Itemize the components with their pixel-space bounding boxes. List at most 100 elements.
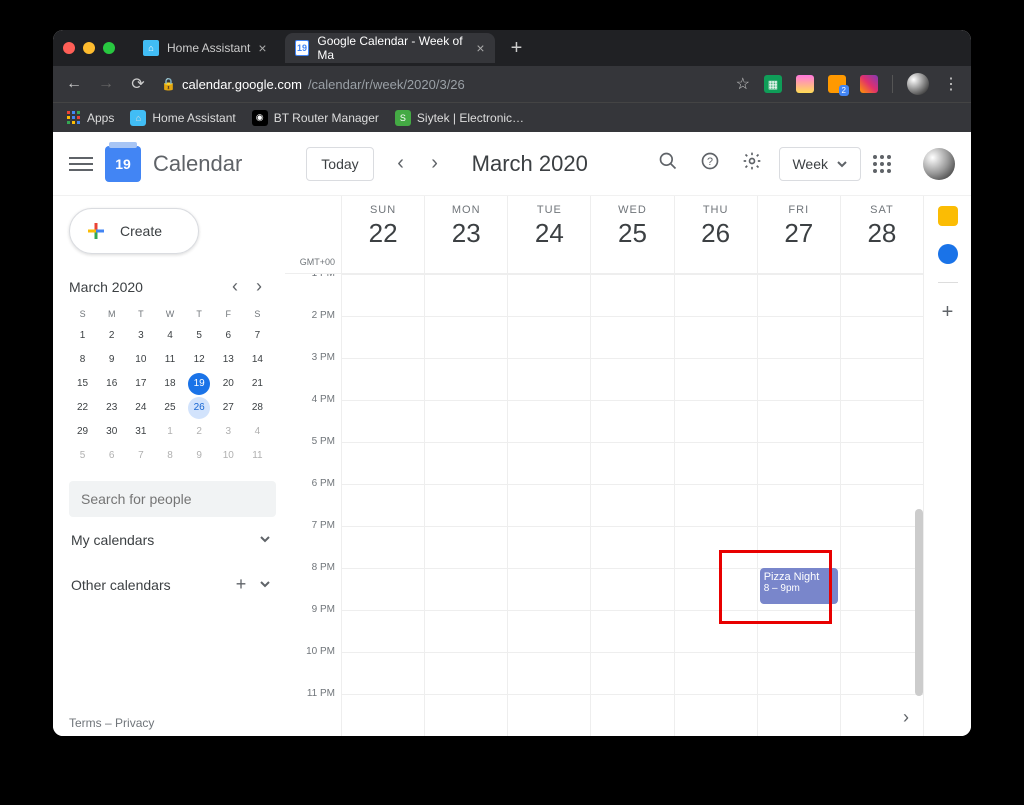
new-tab-button[interactable]: +: [503, 37, 531, 60]
add-ons-icon[interactable]: +: [942, 301, 954, 324]
mini-day[interactable]: 5: [72, 445, 94, 467]
mini-day[interactable]: 2: [188, 421, 210, 443]
mini-day[interactable]: 18: [159, 373, 181, 395]
settings-icon[interactable]: [737, 151, 767, 176]
day-header[interactable]: SAT28: [840, 196, 923, 273]
reload-button[interactable]: ⟳: [129, 74, 147, 94]
day-header[interactable]: MON23: [424, 196, 507, 273]
mini-day[interactable]: 4: [159, 325, 181, 347]
tab-home-assistant[interactable]: ⌂ Home Assistant ×: [133, 33, 277, 63]
day-header[interactable]: TUE24: [507, 196, 590, 273]
main-menu-icon[interactable]: [69, 157, 93, 171]
add-calendar-icon[interactable]: +: [229, 574, 253, 595]
other-calendars-toggle[interactable]: Other calendars +: [69, 562, 285, 607]
mini-day[interactable]: 23: [101, 397, 123, 419]
mini-day[interactable]: 10: [130, 349, 152, 371]
day-header[interactable]: FRI27: [757, 196, 840, 273]
day-column[interactable]: [507, 274, 590, 736]
terms-link[interactable]: Terms: [69, 716, 102, 730]
scrollbar[interactable]: [915, 509, 923, 696]
privacy-link[interactable]: Privacy: [115, 716, 154, 730]
extension-icon[interactable]: [796, 75, 814, 93]
mini-next-month[interactable]: ›: [247, 276, 271, 297]
mini-day[interactable]: 11: [246, 445, 268, 467]
search-people-input[interactable]: [69, 481, 276, 517]
day-column[interactable]: [840, 274, 923, 736]
mini-day[interactable]: 9: [188, 445, 210, 467]
close-tab-icon[interactable]: ×: [476, 40, 484, 56]
day-header[interactable]: SUN22: [341, 196, 424, 273]
today-button[interactable]: Today: [306, 147, 373, 181]
account-avatar[interactable]: [923, 148, 955, 180]
prev-week-button[interactable]: ‹: [386, 152, 416, 175]
next-week-button[interactable]: ›: [420, 152, 450, 175]
day-column[interactable]: [341, 274, 424, 736]
show-side-panel-icon[interactable]: ›: [903, 707, 909, 728]
help-icon[interactable]: ?: [695, 151, 725, 176]
date-range-label[interactable]: March 2020: [472, 151, 588, 177]
rss-extension-icon[interactable]: 2: [828, 75, 846, 93]
mini-day[interactable]: 15: [72, 373, 94, 395]
browser-menu-icon[interactable]: ⋮: [943, 74, 959, 94]
mini-prev-month[interactable]: ‹: [223, 276, 247, 297]
day-header[interactable]: THU26: [674, 196, 757, 273]
mini-day[interactable]: 11: [159, 349, 181, 371]
mini-day[interactable]: 12: [188, 349, 210, 371]
calendar-event[interactable]: Pizza Night8 – 9pm: [760, 568, 838, 604]
profile-avatar[interactable]: [907, 73, 929, 95]
view-selector[interactable]: Week: [779, 147, 861, 181]
mini-day[interactable]: 5: [188, 325, 210, 347]
mini-day[interactable]: 7: [246, 325, 268, 347]
mini-day[interactable]: 30: [101, 421, 123, 443]
mini-day[interactable]: 1: [72, 325, 94, 347]
close-tab-icon[interactable]: ×: [258, 40, 266, 56]
week-grid[interactable]: 1 PM2 PM3 PM4 PM5 PM6 PM7 PM8 PM9 PM10 P…: [285, 274, 923, 736]
mini-day[interactable]: 3: [130, 325, 152, 347]
mini-day[interactable]: 8: [72, 349, 94, 371]
day-column[interactable]: [674, 274, 757, 736]
create-button[interactable]: Create: [69, 208, 199, 254]
mini-day[interactable]: 1: [159, 421, 181, 443]
bookmark-item[interactable]: ⌂ Home Assistant: [130, 110, 235, 126]
mini-day[interactable]: 14: [246, 349, 268, 371]
mini-day[interactable]: 9: [101, 349, 123, 371]
search-icon[interactable]: [653, 151, 683, 176]
url-field[interactable]: 🔒 calendar.google.com/calendar/r/week/20…: [161, 77, 722, 92]
mini-day[interactable]: 31: [130, 421, 152, 443]
mini-day[interactable]: 16: [101, 373, 123, 395]
mini-day[interactable]: 26: [188, 397, 210, 419]
star-icon[interactable]: ☆: [736, 74, 750, 94]
mini-day[interactable]: 24: [130, 397, 152, 419]
mini-day[interactable]: 22: [72, 397, 94, 419]
maximize-window[interactable]: [103, 42, 115, 54]
google-apps-icon[interactable]: [873, 155, 903, 173]
day-column[interactable]: Pizza Night8 – 9pm: [757, 274, 840, 736]
mini-day[interactable]: 13: [217, 349, 239, 371]
mini-day[interactable]: 6: [217, 325, 239, 347]
back-button[interactable]: ←: [65, 75, 83, 93]
mini-day[interactable]: 28: [246, 397, 268, 419]
tasks-icon[interactable]: [938, 244, 958, 264]
mini-day[interactable]: 7: [130, 445, 152, 467]
mini-day[interactable]: 4: [246, 421, 268, 443]
mini-day[interactable]: 27: [217, 397, 239, 419]
bookmark-item[interactable]: S Siytek | Electronic…: [395, 110, 524, 126]
keep-icon[interactable]: [938, 206, 958, 226]
mini-day[interactable]: 17: [130, 373, 152, 395]
mini-day[interactable]: 19: [188, 373, 210, 395]
mini-day[interactable]: 25: [159, 397, 181, 419]
forward-button[interactable]: →: [97, 75, 115, 93]
minimize-window[interactable]: [83, 42, 95, 54]
day-column[interactable]: [424, 274, 507, 736]
mini-day[interactable]: 20: [217, 373, 239, 395]
mini-day[interactable]: 3: [217, 421, 239, 443]
mini-day[interactable]: 21: [246, 373, 268, 395]
my-calendars-toggle[interactable]: My calendars: [69, 517, 285, 562]
extension-icon[interactable]: ▦: [764, 75, 782, 93]
mini-day[interactable]: 10: [217, 445, 239, 467]
tab-google-calendar[interactable]: 19 Google Calendar - Week of Ma ×: [285, 33, 495, 63]
mini-day[interactable]: 29: [72, 421, 94, 443]
mini-day[interactable]: 6: [101, 445, 123, 467]
close-window[interactable]: [63, 42, 75, 54]
day-column[interactable]: [590, 274, 673, 736]
